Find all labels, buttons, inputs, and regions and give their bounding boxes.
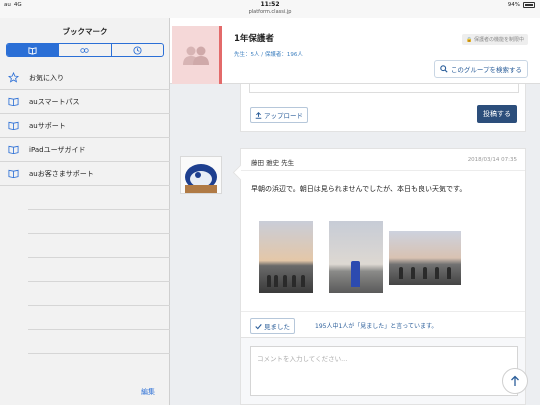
glasses-icon	[80, 47, 90, 53]
empty-row	[28, 234, 170, 258]
group-search-button[interactable]: このグループを検索する	[433, 60, 528, 78]
post-date: 2018/03/14 07:35	[467, 157, 517, 163]
sidebar-title: ブックマーク	[62, 27, 108, 36]
post-body: 早朝の浜辺で。朝日は見られませんでしたが、本日も良い天気です。	[251, 185, 467, 193]
seen-row: 見ました 195人中1人が「見ました」と言っています。	[241, 311, 525, 337]
search-icon	[440, 65, 448, 73]
empty-row	[28, 258, 170, 282]
post-photo[interactable]	[389, 231, 461, 285]
bookmark-label: auお客さまサポート	[29, 169, 94, 178]
empty-row	[28, 210, 170, 234]
bookmark-item[interactable]: auサポート	[0, 114, 170, 138]
bookmarks-sidebar: ブックマーク お気に入り auスマートパス auサポート iPadユーザガイド …	[0, 18, 170, 405]
restriction-badge: 🔒 保護者の機能を制限中	[462, 34, 528, 45]
book-icon	[8, 168, 20, 180]
upload-button[interactable]: アップロード	[250, 107, 308, 123]
battery-icon	[523, 2, 535, 8]
post-composer: アップロード 投稿する	[240, 84, 526, 132]
edit-button[interactable]: 編集	[141, 387, 155, 397]
book-icon	[8, 96, 20, 108]
sidebar-segmented-control	[6, 43, 164, 57]
seen-button-label: 見ました	[264, 323, 290, 331]
empty-row	[28, 282, 170, 306]
post-author[interactable]: 藤田 雅史 先生	[251, 157, 294, 167]
bookmark-item[interactable]: auお客さまサポート	[0, 162, 170, 186]
bookmark-item[interactable]: auスマートパス	[0, 90, 170, 114]
post-photo[interactable]	[259, 221, 313, 293]
scroll-to-top-button[interactable]	[502, 368, 528, 394]
group-avatar	[172, 26, 222, 84]
clock-icon	[133, 45, 142, 55]
upload-icon	[255, 111, 262, 119]
comment-section: コメントを入力してください...	[240, 338, 526, 405]
bookmark-label: iPadユーザガイド	[29, 145, 86, 154]
seen-button[interactable]: 見ました	[250, 318, 295, 334]
submit-post-button[interactable]: 投稿する	[477, 105, 517, 123]
bookmark-favorites[interactable]: お気に入り	[0, 66, 170, 90]
comment-input[interactable]: コメントを入力してください...	[250, 346, 518, 396]
empty-row	[28, 330, 170, 354]
arrow-up-icon	[511, 375, 519, 386]
bookmark-label: auスマートパス	[29, 97, 80, 106]
composer-text-field[interactable]	[249, 84, 519, 93]
bookmark-label: auサポート	[29, 121, 66, 130]
search-button-label: このグループを検索する	[450, 66, 522, 74]
bookmark-list: お気に入り auスマートパス auサポート iPadユーザガイド auお客さまサ…	[0, 66, 170, 354]
group-title: 1年保護者	[234, 34, 274, 44]
star-icon	[8, 72, 20, 84]
post-card: 藤田 雅史 先生 2018/03/14 07:35 早朝の浜辺で。朝日は見られま…	[240, 148, 526, 338]
empty-row	[28, 306, 170, 330]
author-avatar[interactable]	[180, 156, 222, 194]
book-icon	[8, 120, 20, 132]
upload-label: アップロード	[264, 112, 303, 120]
clock: 11:52	[260, 1, 280, 8]
status-right: 94%	[508, 2, 535, 8]
segment-bookmarks[interactable]	[7, 44, 59, 56]
bookmark-item[interactable]: iPadユーザガイド	[0, 138, 170, 162]
restriction-label: 保護者の機能を制限中	[473, 37, 524, 43]
check-icon	[255, 323, 262, 329]
seen-count-text[interactable]: 195人中1人が「見ました」と言っています。	[315, 321, 437, 330]
battery-percent: 94%	[507, 2, 520, 8]
status-bar: au 4G 11:52 platform.classi.jp 94%	[0, 0, 540, 18]
post-photo[interactable]	[329, 221, 383, 293]
group-icon	[182, 46, 209, 65]
book-icon	[8, 144, 20, 156]
segment-history[interactable]	[110, 44, 163, 56]
lock-icon: 🔒	[466, 37, 473, 43]
empty-row	[28, 186, 170, 210]
avatar-image	[181, 157, 221, 193]
segment-reading-list[interactable]	[58, 44, 110, 56]
post-photos	[259, 221, 509, 301]
group-header: 1年保護者 先生：5人 / 保護者：196人 🔒 保護者の機能を制限中 このグル…	[170, 18, 540, 84]
book-icon	[28, 46, 37, 55]
url-label[interactable]: platform.classi.jp	[0, 9, 540, 15]
group-member-count[interactable]: 先生：5人 / 保護者：196人	[234, 50, 303, 58]
post-header: 藤田 雅史 先生 2018/03/14 07:35	[241, 149, 525, 171]
bookmark-label: お気に入り	[29, 73, 64, 82]
